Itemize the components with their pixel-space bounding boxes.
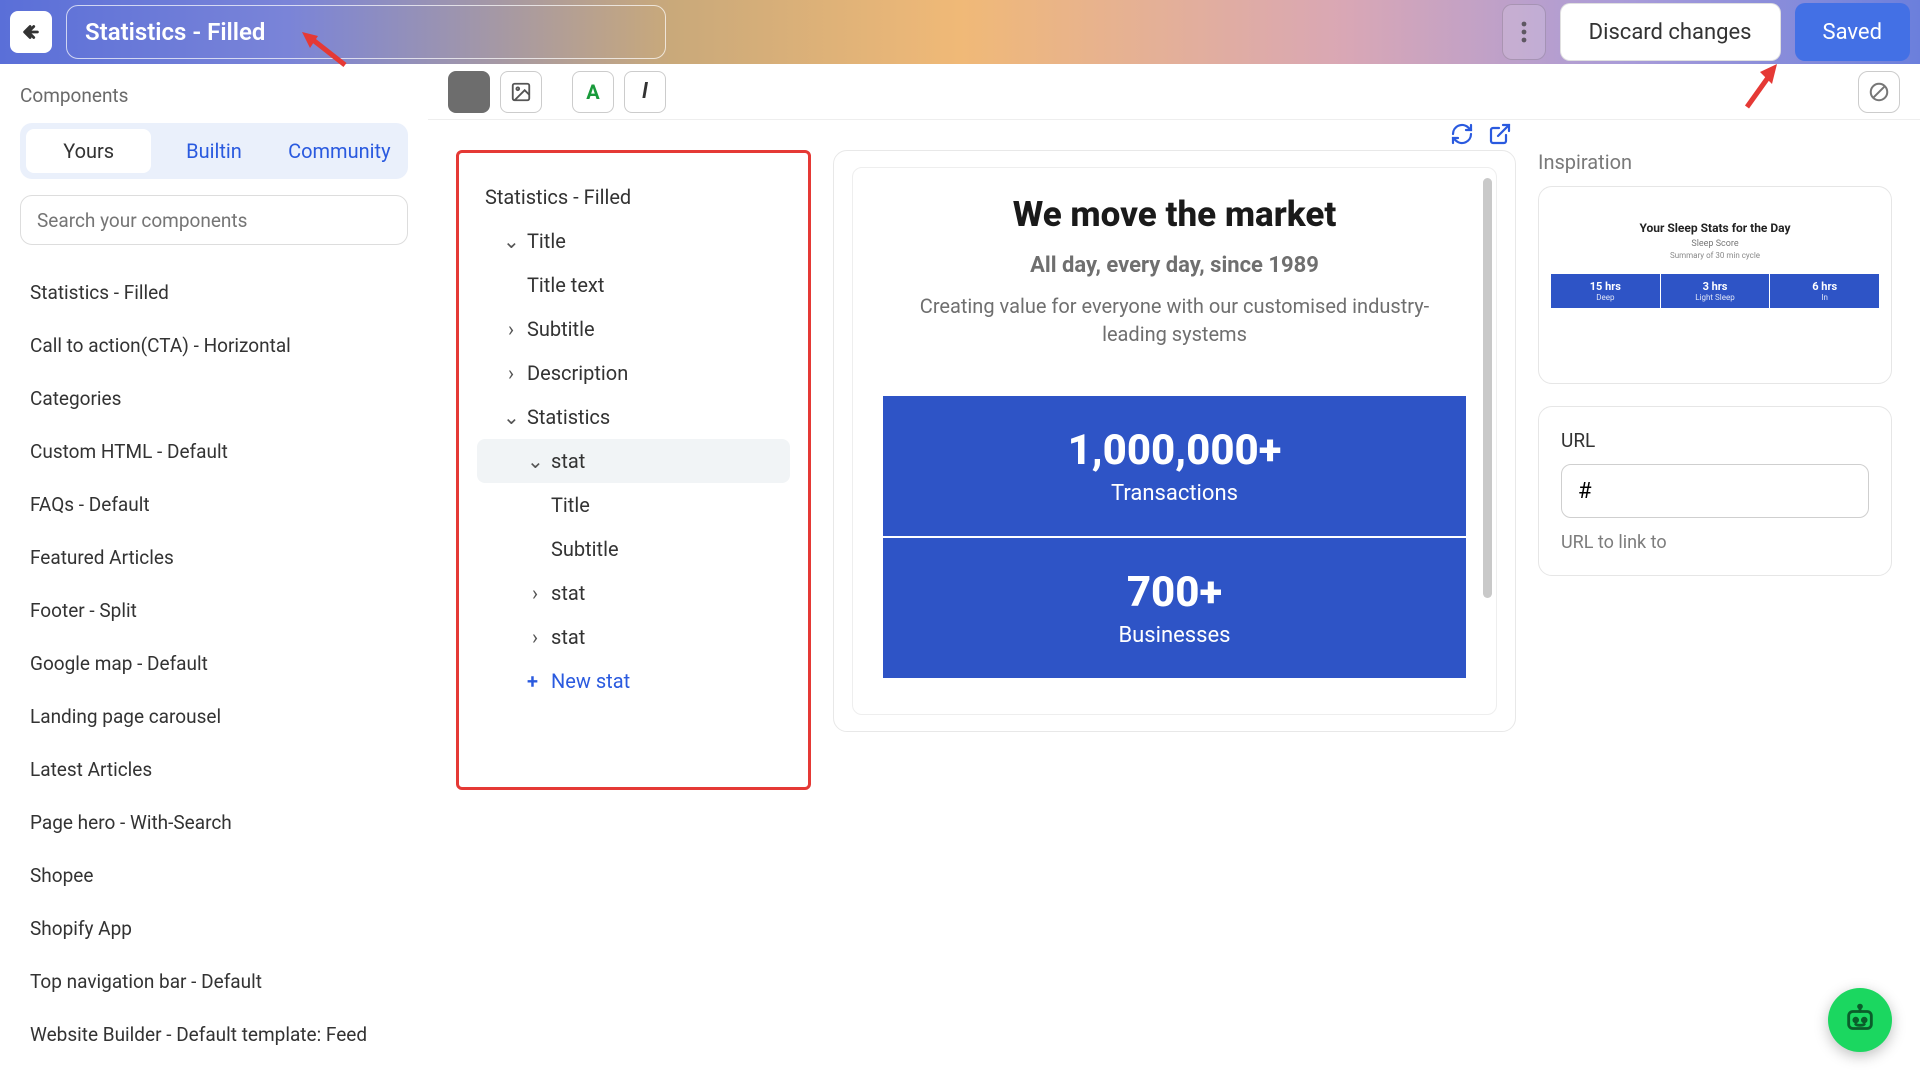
- cancel-icon: [1868, 81, 1890, 103]
- tree-stat-subtitle[interactable]: Subtitle: [477, 527, 790, 571]
- components-list: Statistics - Filled Call to action(CTA) …: [20, 269, 408, 1058]
- discard-changes-button[interactable]: Discard changes: [1560, 3, 1781, 61]
- tree-subtitle[interactable]: ›Subtitle: [477, 307, 790, 351]
- format-toolbar: A I: [428, 64, 1920, 120]
- component-item[interactable]: Shopify App: [20, 905, 408, 952]
- page-title-input[interactable]: [66, 5, 666, 59]
- arrow-left-icon: [20, 21, 42, 43]
- tab-builtin[interactable]: Builtin: [151, 129, 276, 173]
- kebab-icon: [1521, 20, 1527, 44]
- more-menu-button[interactable]: [1502, 4, 1546, 60]
- chatbot-icon: [1843, 1003, 1877, 1037]
- inspiration-cell: 6 hrsIn: [1769, 274, 1879, 308]
- tree-stat-title[interactable]: Title: [477, 483, 790, 527]
- component-item[interactable]: Categories: [20, 375, 408, 422]
- component-item[interactable]: Landing page carousel: [20, 693, 408, 740]
- sidebar-heading: Components: [20, 84, 408, 107]
- search-components-input[interactable]: [20, 195, 408, 245]
- url-card: URL URL to link to: [1538, 406, 1892, 576]
- stat-block: 700+ Businesses: [883, 536, 1466, 678]
- inspiration-subtitle2: Summary of 30 min cycle: [1670, 251, 1760, 260]
- stat-value: 1,000,000+: [893, 426, 1456, 475]
- back-button[interactable]: [10, 11, 52, 53]
- component-item[interactable]: Website Builder - Default template: Feed: [20, 1011, 408, 1058]
- component-item[interactable]: Statistics - Filled: [20, 269, 408, 316]
- chat-fab[interactable]: [1828, 988, 1892, 1052]
- tree-statistics[interactable]: ⌄Statistics: [477, 395, 790, 439]
- top-bar: Discard changes Saved: [0, 0, 1920, 64]
- stat-label: Businesses: [893, 623, 1456, 648]
- main-area: A I Statistics - Filled ⌄Title Title tex…: [428, 64, 1920, 1080]
- tree-root[interactable]: Statistics - Filled: [477, 175, 790, 219]
- preview-scrollbar[interactable]: [1483, 178, 1492, 598]
- component-item[interactable]: Footer - Split: [20, 587, 408, 634]
- preview-description: Creating value for everyone with our cus…: [895, 292, 1455, 348]
- component-item[interactable]: Featured Articles: [20, 534, 408, 581]
- tree-stat-collapsed[interactable]: ›stat: [477, 615, 790, 659]
- inspiration-heading: Inspiration: [1538, 150, 1892, 174]
- inspiration-cell: 15 hrsDeep: [1551, 274, 1660, 308]
- inspiration-subtitle: Sleep Score: [1691, 239, 1738, 249]
- tree-stat-collapsed[interactable]: ›stat: [477, 571, 790, 615]
- stat-label: Transactions: [893, 481, 1456, 506]
- external-link-icon: [1488, 122, 1512, 146]
- components-sidebar: Components Yours Builtin Community Stati…: [0, 64, 428, 1080]
- color-swatch-button[interactable]: [448, 71, 490, 113]
- tree-title-text[interactable]: Title text: [477, 263, 790, 307]
- stat-block: 1,000,000+ Transactions: [883, 396, 1466, 536]
- right-panel: Inspiration Your Sleep Stats for the Day…: [1538, 150, 1892, 1050]
- tab-yours[interactable]: Yours: [26, 129, 151, 173]
- preview-stats: 1,000,000+ Transactions 700+ Businesses: [883, 396, 1466, 678]
- sidebar-tabs: Yours Builtin Community: [20, 123, 408, 179]
- image-icon: [510, 81, 532, 103]
- url-help-text: URL to link to: [1561, 532, 1869, 553]
- saved-button[interactable]: Saved: [1795, 3, 1910, 61]
- tree-title[interactable]: ⌄Title: [477, 219, 790, 263]
- preview-title: We move the market: [1013, 194, 1337, 235]
- component-item[interactable]: Custom HTML - Default: [20, 428, 408, 475]
- open-external-button[interactable]: [1488, 122, 1512, 146]
- structure-tree: Statistics - Filled ⌄Title Title text ›S…: [456, 150, 811, 790]
- text-color-button[interactable]: A: [572, 71, 614, 113]
- preview-actions: [1450, 122, 1512, 146]
- tree-new-stat[interactable]: + New stat: [477, 659, 790, 703]
- preview-card: We move the market All day, every day, s…: [833, 150, 1516, 732]
- image-button[interactable]: [500, 71, 542, 113]
- component-item[interactable]: Shopee: [20, 852, 408, 899]
- component-item[interactable]: Call to action(CTA) - Horizontal: [20, 322, 408, 369]
- tree-description[interactable]: ›Description: [477, 351, 790, 395]
- stat-value: 700+: [893, 568, 1456, 617]
- inspiration-cell: 3 hrsLight Sleep: [1660, 274, 1770, 308]
- disable-button[interactable]: [1858, 71, 1900, 113]
- component-item[interactable]: Page hero - With-Search: [20, 799, 408, 846]
- preview-subtitle: All day, every day, since 1989: [1030, 253, 1319, 278]
- refresh-button[interactable]: [1450, 122, 1474, 146]
- component-item[interactable]: FAQs - Default: [20, 481, 408, 528]
- preview-viewport[interactable]: We move the market All day, every day, s…: [852, 167, 1497, 715]
- tree-stat-expanded[interactable]: ⌄stat: [477, 439, 790, 483]
- inspiration-title: Your Sleep Stats for the Day: [1639, 221, 1790, 235]
- url-input[interactable]: [1561, 464, 1869, 518]
- component-item[interactable]: Google map - Default: [20, 640, 408, 687]
- inspiration-card[interactable]: Your Sleep Stats for the Day Sleep Score…: [1538, 186, 1892, 384]
- tab-community[interactable]: Community: [277, 129, 402, 173]
- italic-button[interactable]: I: [624, 71, 666, 113]
- url-label: URL: [1561, 429, 1869, 452]
- component-item[interactable]: Top navigation bar - Default: [20, 958, 408, 1005]
- inspiration-stats-bar: 15 hrsDeep 3 hrsLight Sleep 6 hrsIn: [1551, 274, 1879, 308]
- component-item[interactable]: Latest Articles: [20, 746, 408, 793]
- refresh-icon: [1450, 122, 1474, 146]
